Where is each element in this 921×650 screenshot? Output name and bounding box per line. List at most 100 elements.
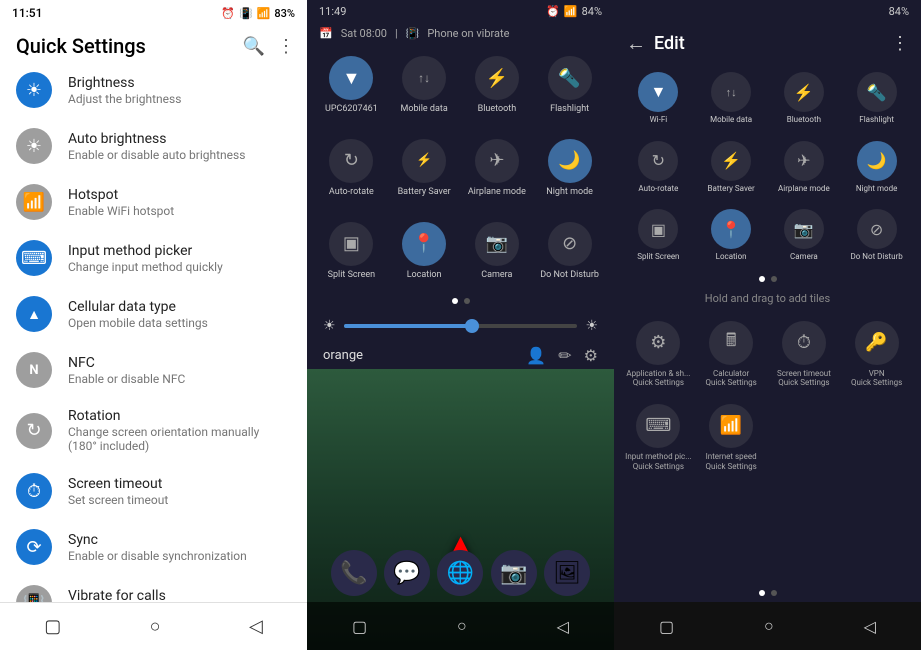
- signal-icon-2: 📶: [564, 5, 578, 18]
- auto-brightness-subtitle: Enable or disable auto brightness: [68, 148, 245, 162]
- alarm-icon: ⏰: [221, 7, 235, 20]
- dock-messages[interactable]: 💬: [384, 550, 430, 596]
- cellular-icon: ▲: [16, 296, 52, 332]
- settings-item-cellular[interactable]: ▲ Cellular data type Open mobile data se…: [0, 286, 307, 342]
- sync-text: Sync Enable or disable synchronization: [68, 532, 247, 563]
- nav-square-2[interactable]: ▢: [352, 617, 367, 636]
- edit-wifi-icon: ▼: [638, 72, 678, 112]
- nav-circle-2[interactable]: ○: [457, 616, 467, 636]
- nav-circle-1[interactable]: ○: [150, 616, 161, 637]
- settings-list: ☀ Brightness Adjust the brightness ☀ Aut…: [0, 62, 307, 602]
- qs-tile-night[interactable]: 🌙 Night mode: [533, 131, 606, 206]
- edit-battery-saver-label: Battery Saver: [708, 184, 755, 194]
- mobile-data-label: Mobile data: [401, 104, 448, 115]
- settings-item-screen-timeout[interactable]: ⏱ Screen timeout Set screen timeout: [0, 463, 307, 519]
- battery-2: 84%: [582, 5, 602, 18]
- edit-tile-dnd[interactable]: ⊘ Do Not Disturb: [840, 203, 913, 268]
- edit-tile-battery-saver[interactable]: ⚡ Battery Saver: [695, 135, 768, 200]
- edit-tile-auto-rotate[interactable]: ↻ Auto-rotate: [622, 135, 695, 200]
- edit-tile-mobile-data[interactable]: ↑↓ Mobile data: [695, 66, 768, 131]
- auto-brightness-icon: ☀: [16, 128, 52, 164]
- edit-tile-split-screen[interactable]: ▣ Split Screen: [622, 203, 695, 268]
- add-tile-input-method[interactable]: ⌨ Input method pic...Quick Settings: [622, 396, 695, 479]
- status-bar-1: 11:51 ⏰ 📳 📶 83%: [0, 0, 307, 26]
- qs-tile-upc[interactable]: ▼ UPC6207461: [315, 48, 388, 123]
- qs-tile-location[interactable]: 📍 Location: [388, 214, 461, 289]
- nav-triangle-3[interactable]: ◁: [864, 617, 876, 636]
- qs-tile-flashlight[interactable]: 🔦 Flashlight: [533, 48, 606, 123]
- add-app-settings-icon: ⚙: [636, 321, 680, 365]
- edit-tile-wifi[interactable]: ▼ Wi-Fi: [622, 66, 695, 131]
- add-tile-screen-timeout[interactable]: ⏱ Screen timeoutQuick Settings: [768, 313, 841, 396]
- nav-triangle-2[interactable]: ◁: [557, 617, 569, 636]
- settings-item-auto-brightness[interactable]: ☀ Auto brightness Enable or disable auto…: [0, 118, 307, 174]
- settings-item-sync[interactable]: ⟳ Sync Enable or disable synchronization: [0, 519, 307, 575]
- qs-vibrate: 📳: [406, 27, 420, 40]
- dock-photos[interactable]: 🖼: [544, 550, 590, 596]
- brightness-high-icon: ☀: [585, 318, 598, 334]
- edit-wifi-label: Wi-Fi: [650, 115, 668, 125]
- qs-tile-auto-rotate[interactable]: ↻ Auto-rotate: [315, 131, 388, 206]
- edit-tile-night[interactable]: 🌙 Night mode: [840, 135, 913, 200]
- nav-triangle-1[interactable]: ◁: [249, 616, 263, 637]
- qs-tile-dnd[interactable]: ⊘ Do Not Disturb: [533, 214, 606, 289]
- dock-camera[interactable]: 📷: [491, 550, 537, 596]
- page-dot-2: [464, 298, 470, 304]
- settings-item-input-method[interactable]: ⌨ Input method picker Change input metho…: [0, 230, 307, 286]
- rotation-text: Rotation Change screen orientation manua…: [68, 408, 291, 453]
- edit-tile-bluetooth[interactable]: ⚡ Bluetooth: [768, 66, 841, 131]
- user-avatar-icon[interactable]: 👤: [526, 346, 546, 365]
- brightness-track[interactable]: [344, 324, 578, 328]
- settings-item-brightness[interactable]: ☀ Brightness Adjust the brightness: [0, 62, 307, 118]
- qs-tile-mobile-data[interactable]: ↑↓ Mobile data: [388, 48, 461, 123]
- bluetooth-icon: ⚡: [475, 56, 519, 100]
- edit-night-label: Night mode: [856, 184, 897, 194]
- edit-tile-camera[interactable]: 📷 Camera: [768, 203, 841, 268]
- edit-tile-flashlight[interactable]: 🔦 Flashlight: [840, 66, 913, 131]
- nav-square-1[interactable]: ▢: [44, 616, 61, 637]
- add-tile-calculator[interactable]: 🖩 CalculatorQuick Settings: [695, 313, 768, 396]
- qs-tile-split-screen[interactable]: ▣ Split Screen: [315, 214, 388, 289]
- brightness-slider[interactable]: ☀ ☀: [307, 310, 614, 342]
- panel1-header-icons: 🔍 ⋮: [243, 36, 295, 57]
- status-icons-1: ⏰ 📳 📶 83%: [221, 7, 295, 20]
- brightness-fill: [344, 324, 473, 328]
- night-icon: 🌙: [548, 139, 592, 183]
- add-tile-internet-speed[interactable]: 📶 Internet speedQuick Settings: [695, 396, 768, 479]
- edit-tile-airplane[interactable]: ✈ Airplane mode: [768, 135, 841, 200]
- edit-mobile-data-icon: ↑↓: [711, 72, 751, 112]
- add-tile-vpn[interactable]: 🔑 VPNQuick Settings: [840, 313, 913, 396]
- settings-item-rotation[interactable]: ↻ Rotation Change screen orientation man…: [0, 398, 307, 463]
- dock-phone[interactable]: 📞: [331, 550, 377, 596]
- edit-more-icon[interactable]: ⋮: [891, 33, 909, 54]
- settings-item-hotspot[interactable]: 📶 Hotspot Enable WiFi hotspot: [0, 174, 307, 230]
- screen-timeout-subtitle: Set screen timeout: [68, 493, 168, 507]
- input-method-title: Input method picker: [68, 243, 223, 259]
- edit-tiles-row1: ▼ Wi-Fi ↑↓ Mobile data ⚡ Bluetooth 🔦 Fla…: [614, 64, 921, 133]
- brightness-thumb[interactable]: [465, 319, 479, 333]
- edit-bottom-dot-2: [771, 590, 777, 596]
- add-tile-app-settings[interactable]: ⚙ Application & sh...Quick Settings: [622, 313, 695, 396]
- nfc-title: NFC: [68, 355, 185, 371]
- qs-date-text: Sat 08:00: [341, 27, 387, 40]
- back-button[interactable]: ←: [626, 31, 646, 56]
- qs-tile-airplane[interactable]: ✈ Airplane mode: [461, 131, 534, 206]
- settings-item-vibrate[interactable]: 📳 Vibrate for calls Vibrate for calls: [0, 575, 307, 602]
- edit-tile-location[interactable]: 📍 Location: [695, 203, 768, 268]
- settings-cog-icon[interactable]: ⚙: [584, 346, 598, 365]
- more-icon[interactable]: ⋮: [277, 36, 295, 57]
- search-icon[interactable]: 🔍: [243, 36, 265, 57]
- edit-pen-icon[interactable]: ✏: [558, 346, 571, 365]
- auto-rotate-label: Auto-rotate: [329, 187, 374, 198]
- edit-dot-2: [771, 276, 777, 282]
- nav-square-3[interactable]: ▢: [659, 617, 674, 636]
- qs-tile-battery-saver[interactable]: ⚡ Battery Saver: [388, 131, 461, 206]
- qs-tile-camera[interactable]: 📷 Camera: [461, 214, 534, 289]
- input-method-text: Input method picker Change input method …: [68, 243, 223, 274]
- dock-chrome[interactable]: 🌐: [437, 550, 483, 596]
- qs-tile-bluetooth[interactable]: ⚡ Bluetooth: [461, 48, 534, 123]
- settings-item-nfc[interactable]: N NFC Enable or disable NFC: [0, 342, 307, 398]
- edit-auto-rotate-label: Auto-rotate: [638, 184, 678, 194]
- nav-circle-3[interactable]: ○: [764, 616, 774, 636]
- qs-user-row: orange 👤 ✏ ⚙: [307, 342, 614, 369]
